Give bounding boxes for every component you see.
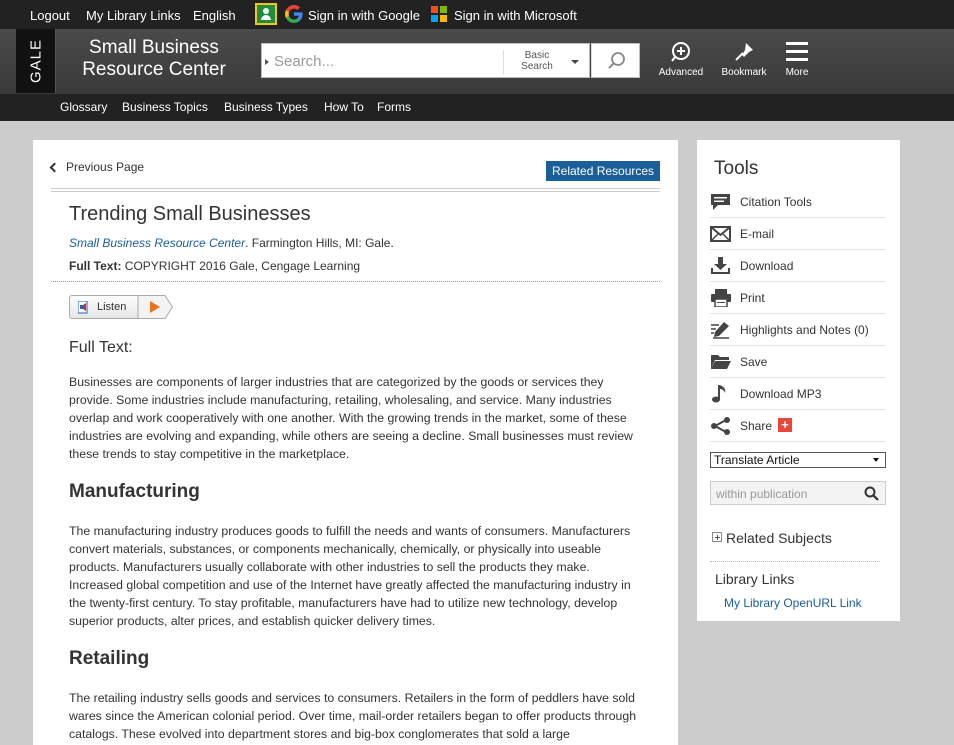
microsoft-logo-icon [431, 6, 447, 22]
share-icon [711, 417, 730, 435]
utility-bar: Logout My Library Links English Sign in … [0, 0, 954, 29]
related-subjects-toggle[interactable]: Related Subjects [712, 530, 832, 546]
tool-download-mp3[interactable]: Download MP3 [710, 378, 886, 410]
advanced-search-icon [671, 42, 690, 62]
article-paragraph: Businesses are components of larger indu… [69, 375, 633, 461]
search-input[interactable] [274, 50, 499, 72]
play-icon [137, 295, 173, 319]
google-classroom-icon[interactable] [255, 3, 277, 25]
music-note-icon [712, 385, 726, 403]
tool-email[interactable]: E-mail [710, 218, 886, 250]
article-paragraph: The manufacturing industry produces good… [69, 524, 631, 628]
search-button[interactable] [591, 43, 640, 78]
tool-citation-tools[interactable]: Citation Tools [710, 186, 886, 218]
download-icon [711, 257, 730, 274]
gale-logo[interactable]: GALE [16, 29, 56, 93]
tool-print[interactable]: Print [710, 282, 886, 314]
pencil-icon [711, 322, 729, 339]
tool-highlights-notes[interactable]: Highlights and Notes (0) [710, 314, 886, 346]
site-header: GALE Small Business Resource Center Basi… [0, 29, 954, 94]
related-resources-button[interactable]: Related Resources [546, 161, 661, 181]
tools-panel: Tools Citation Tools E-mail Download Pri… [697, 140, 900, 621]
search-icon[interactable] [864, 486, 879, 501]
sign-in-google-link[interactable]: Sign in with Google [308, 8, 420, 23]
hamburger-menu-icon [786, 42, 808, 61]
expand-plus-icon [712, 532, 722, 542]
printer-icon [711, 289, 731, 307]
my-library-links-link[interactable]: My Library Links [86, 8, 181, 23]
bookmark-button[interactable]: Bookmark [714, 41, 774, 78]
chevron-down-icon [873, 458, 879, 462]
chevron-left-icon [49, 162, 60, 172]
divider [51, 281, 660, 282]
article-paragraph: The retailing industry sells goods and s… [69, 691, 637, 741]
search-box: Basic Search [261, 43, 590, 78]
search-type-dropdown[interactable]: Basic Search [503, 50, 589, 74]
google-logo-icon [285, 5, 303, 23]
library-openurl-link[interactable]: My Library OpenURL Link [724, 596, 862, 610]
tool-save[interactable]: Save [710, 346, 886, 378]
copyright-line: Full Text: COPYRIGHT 2016 Gale, Cengage … [69, 259, 361, 273]
nav-how-to[interactable]: How To [324, 100, 364, 114]
article-panel: Previous Page Related Resources Trending… [33, 140, 678, 745]
nav-business-topics[interactable]: Business Topics [122, 100, 208, 114]
article-title: Trending Small Businesses [69, 203, 311, 225]
more-menu-button[interactable]: More [767, 41, 827, 78]
envelope-icon [710, 226, 731, 242]
speech-bubble-icon [711, 194, 730, 210]
chevron-down-icon [571, 60, 579, 64]
main-nav: Glossary Business Topics Business Types … [0, 94, 954, 121]
listen-button[interactable]: Listen [69, 295, 173, 319]
within-publication-input[interactable] [716, 486, 856, 502]
sign-in-microsoft-link[interactable]: Sign in with Microsoft [454, 8, 577, 23]
search-icon [608, 52, 625, 69]
publication-link[interactable]: Small Business Resource Center [69, 236, 245, 250]
nav-business-types[interactable]: Business Types [224, 100, 308, 114]
bookmark-pin-icon [735, 43, 753, 61]
full-text-heading: Full Text: [69, 339, 133, 356]
logout-link[interactable]: Logout [30, 8, 70, 23]
previous-page-link[interactable]: Previous Page [49, 160, 144, 174]
folder-icon [711, 355, 731, 369]
tool-share[interactable]: Share + [710, 410, 886, 442]
nav-glossary[interactable]: Glossary [60, 100, 107, 114]
speaker-icon [78, 301, 88, 314]
share-plus-icon[interactable]: + [778, 418, 792, 432]
tools-title: Tools [714, 158, 759, 179]
within-publication-search [710, 481, 886, 505]
section-heading-manufacturing: Manufacturing [69, 481, 200, 502]
advanced-search-button[interactable]: Advanced [651, 41, 711, 78]
language-selector[interactable]: English [193, 8, 236, 23]
library-links-heading: Library Links [715, 571, 795, 587]
divider [51, 188, 660, 192]
article-source: Small Business Resource Center. Farmingt… [69, 236, 394, 250]
translate-article-select[interactable]: Translate Article [710, 452, 886, 468]
site-title[interactable]: Small Business Resource Center [72, 37, 236, 81]
nav-forms[interactable]: Forms [377, 100, 411, 114]
tool-download[interactable]: Download [710, 250, 886, 282]
caret-right-icon [265, 59, 269, 65]
section-heading-retailing: Retailing [69, 648, 150, 669]
divider [710, 561, 880, 562]
